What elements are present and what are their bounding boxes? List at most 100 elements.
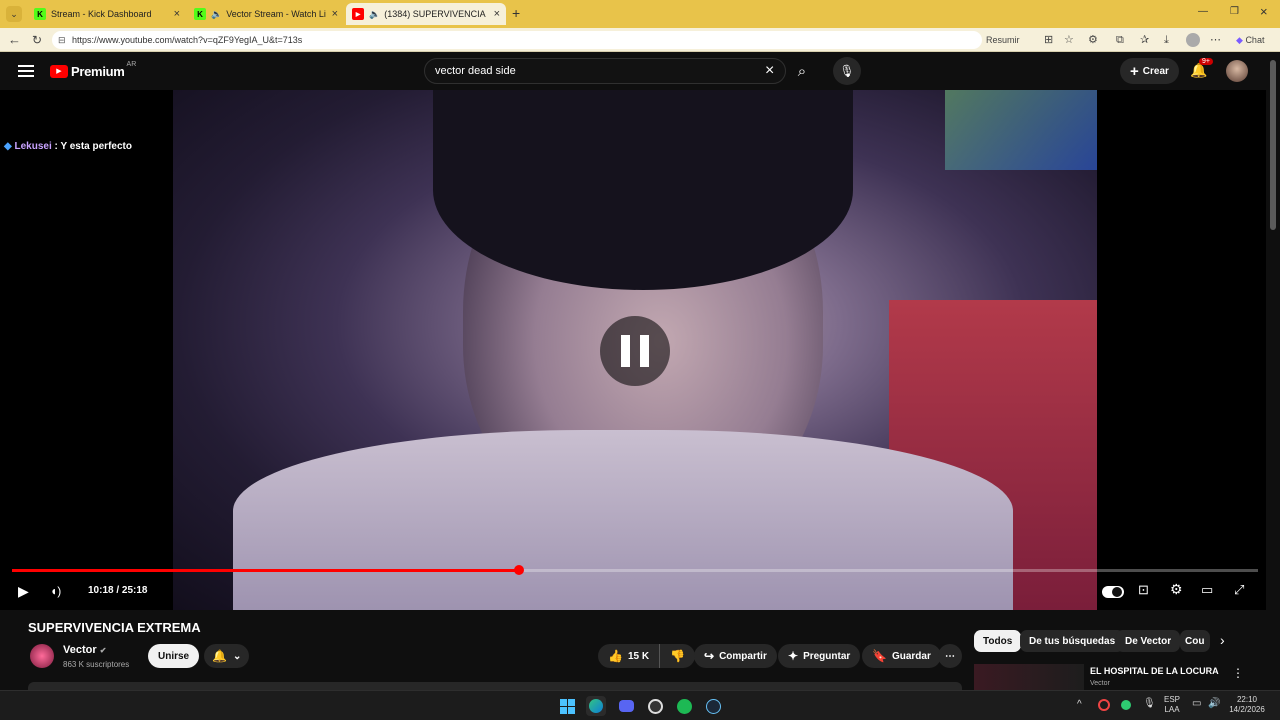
steam-icon[interactable] (703, 696, 723, 716)
chip-from-vector[interactable]: De Vector (1116, 630, 1181, 652)
voice-search-button[interactable]: 🎙 (833, 57, 861, 85)
time-display: 10:18 / 25:18 (88, 585, 148, 596)
dislike-button[interactable]: 👎 (660, 644, 695, 668)
chip-all[interactable]: Todos (974, 630, 1022, 652)
video-details: SUPERVIVENCIA EXTREMA Vector ✔ 863 K sus… (0, 610, 1266, 690)
close-window-icon[interactable]: × (1260, 4, 1268, 19)
chat-label: Chat (1245, 35, 1265, 45)
chip-truncated[interactable]: Cou (1180, 630, 1210, 652)
join-button[interactable]: Unirse (148, 644, 200, 668)
scrollbar-thumb[interactable] (1270, 60, 1276, 230)
discord-icon[interactable] (616, 696, 636, 716)
search-input[interactable]: vector dead side × (424, 58, 786, 84)
show-hidden-icons[interactable]: ^ (1077, 700, 1082, 710)
recommended-video-menu-icon[interactable]: ⋮ (1232, 666, 1244, 680)
close-tab-icon[interactable]: × (494, 8, 500, 20)
clear-search-icon[interactable]: × (765, 59, 774, 83)
tab-vector-stream[interactable]: K 🔈 Vector Stream - Watch Live o × (188, 3, 344, 25)
youtube-header: ▶ Premium AR vector dead side × ⌕ 🎙 + Cr… (0, 52, 1266, 90)
channel-name[interactable]: Vector ✔ (63, 644, 106, 656)
thumbs-up-icon: 👍 (608, 649, 623, 663)
ask-label: Preguntar (803, 650, 851, 662)
monitor-glow (945, 90, 1097, 170)
tab-list-dropdown-icon[interactable]: ⌄ (6, 6, 22, 22)
theater-mode-icon[interactable]: ▭ (1201, 582, 1213, 598)
create-button[interactable]: + Crear (1120, 58, 1179, 84)
person-shirt (233, 430, 1013, 610)
tab-youtube-video[interactable]: ▶ 🔈 (1384) SUPERVIVENCIA EXTRE × (346, 3, 506, 25)
copilot-chat-button[interactable]: ◆ Chat (1236, 32, 1264, 48)
more-horizontal-icon: ⋯ (945, 650, 955, 662)
more-menu-icon[interactable]: ⋯ (1210, 32, 1221, 48)
pause-indicator-icon[interactable] (600, 316, 670, 386)
language-indicator[interactable]: ESP LAA (1160, 695, 1184, 715)
close-tab-icon[interactable]: × (332, 8, 338, 20)
search-query: vector dead side (435, 65, 516, 77)
save-button[interactable]: 🔖 Guardar (862, 644, 941, 668)
play-button[interactable]: ▶ (18, 583, 29, 600)
page-scrollbar[interactable] (1266, 52, 1280, 690)
favorites-icon[interactable]: ✰ (1140, 32, 1149, 48)
clock-date: 14/2/2026 (1229, 705, 1265, 714)
close-tab-icon[interactable]: × (174, 8, 180, 20)
address-bar[interactable]: ⊟ https://www.youtube.com/watch?v=qZF9Ye… (52, 31, 982, 49)
video-player[interactable]: ◆ Lekusei : Y esta perfecto ▶ ◖) 10:18 /… (0, 90, 1266, 610)
back-icon[interactable]: ← (8, 32, 21, 48)
downloads-icon[interactable]: ⤓ (1164, 32, 1169, 48)
subscriber-count: 863 K suscriptores (63, 660, 130, 669)
favorite-star-icon[interactable]: ☆ (1064, 32, 1074, 48)
logo-text: Premium (71, 64, 125, 79)
channel-avatar[interactable] (30, 644, 54, 668)
speaker-icon: 🔈 (211, 8, 223, 19)
volume-icon[interactable]: 🔊 (1208, 699, 1220, 709)
network-icon[interactable]: ▭ (1192, 699, 1201, 709)
spotify-icon[interactable] (674, 696, 694, 716)
extensions-icon[interactable]: ⚙ (1088, 32, 1098, 48)
minimize-window-icon[interactable]: — (1198, 6, 1208, 17)
tab-kick-dashboard[interactable]: K Stream - Kick Dashboard × (28, 3, 186, 25)
bookmark-icon: 🔖 (872, 649, 887, 663)
share-button[interactable]: ↪ Compartir (694, 644, 777, 668)
thumbs-down-icon: 👎 (670, 649, 686, 663)
verified-icon: ✔ (99, 646, 107, 655)
tray-app-icon[interactable] (1098, 699, 1110, 711)
obs-icon[interactable] (645, 696, 665, 716)
create-label: Crear (1142, 65, 1169, 77)
edge-browser-icon[interactable] (586, 696, 606, 716)
summarize-button[interactable]: Resumir (986, 32, 1020, 48)
clock[interactable]: 22:10 14/2/2026 (1224, 695, 1270, 715)
microphone-icon[interactable]: 🎙 (1143, 699, 1156, 709)
profile-avatar[interactable] (1186, 33, 1200, 47)
like-button[interactable]: 👍 15 K (598, 644, 661, 668)
search-button[interactable]: ⌕ (788, 57, 816, 85)
recommended-video-thumbnail[interactable] (974, 664, 1084, 690)
app-available-icon[interactable]: ⊞ (1044, 32, 1053, 48)
chat-badge-icon: ◆ (4, 141, 12, 152)
notifications-button[interactable]: 🔔 9+ (1190, 58, 1213, 80)
ask-button[interactable]: ✦ Preguntar (778, 644, 861, 668)
windows-start-icon[interactable] (557, 696, 577, 716)
chevron-right-icon[interactable]: › (1220, 632, 1225, 648)
split-screen-icon[interactable]: ⧉ (1116, 32, 1124, 48)
recommended-video-title[interactable]: EL HOSPITAL DE LA LOCURA (1090, 666, 1219, 676)
restore-window-icon[interactable]: ❐ (1230, 6, 1239, 17)
refresh-icon[interactable]: ↻ (32, 32, 42, 48)
tray-status-icon[interactable] (1121, 700, 1131, 710)
progress-bar[interactable] (12, 565, 1258, 575)
more-actions-button[interactable]: ⋯ (938, 644, 962, 668)
account-avatar[interactable] (1226, 60, 1248, 82)
chevron-down-icon: ⌄ (232, 650, 242, 662)
subscription-bell-button[interactable]: 🔔 ⌄ (204, 644, 250, 668)
autoplay-toggle[interactable] (1102, 586, 1124, 598)
settings-gear-icon[interactable]: ⚙ (1170, 581, 1183, 598)
subtitles-icon[interactable]: ⊡ (1138, 582, 1149, 598)
tab-title: (1384) SUPERVIVENCIA EXTRE (384, 9, 487, 19)
chip-from-searches[interactable]: De tus búsquedas (1020, 630, 1125, 652)
hamburger-menu-icon[interactable] (18, 62, 34, 78)
new-tab-button[interactable]: + (512, 5, 520, 21)
keyboard-layout: LAA (1164, 705, 1180, 714)
fullscreen-icon[interactable]: ⤢ (1234, 582, 1244, 598)
volume-icon[interactable]: ◖) (50, 584, 61, 598)
site-info-icon[interactable]: ⊟ (58, 31, 66, 49)
youtube-premium-logo[interactable]: ▶ Premium AR (50, 61, 136, 79)
